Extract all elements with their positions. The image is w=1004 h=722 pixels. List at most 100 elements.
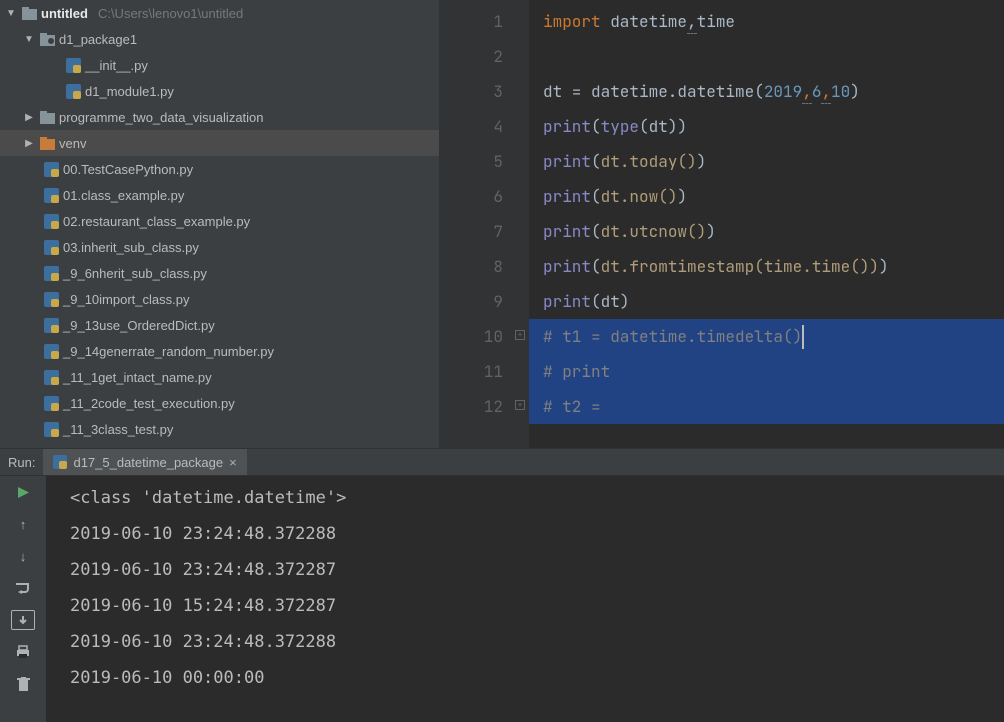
console-line: 2019-06-10 23:24:48.372288 (70, 624, 1004, 660)
console-line: 2019-06-10 23:24:48.372288 (70, 516, 1004, 552)
call: dt.fromtimestamp(time.time()) (601, 256, 879, 277)
builtin: print (543, 186, 591, 207)
tree-file[interactable]: _9_13use_OrderedDict.py (0, 312, 439, 338)
tree-folder-d1-package1[interactable]: ▼ d1_package1 (0, 26, 439, 52)
builtin: print (543, 256, 591, 277)
tree-file[interactable]: _11_3class_test.py (0, 416, 439, 442)
tree-file[interactable]: 03.inherit_sub_class.py (0, 234, 439, 260)
paren: ( (591, 221, 601, 242)
tree-file[interactable]: _11_2code_test_execution.py (0, 390, 439, 416)
call: dt.now() (601, 186, 678, 207)
tree-label: _9_14generrate_random_number.py (63, 344, 274, 359)
code-line[interactable]: print(dt.now()) (529, 179, 1004, 214)
separator: , (821, 81, 831, 104)
scroll-to-end-icon[interactable] (11, 610, 35, 630)
separator: , (687, 11, 697, 34)
console-line: 2019-06-10 00:00:00 (70, 660, 1004, 696)
code-line[interactable]: import datetime,time (529, 4, 1004, 39)
project-name: untitled (41, 6, 88, 21)
line-number: 8 (439, 249, 529, 284)
comment: # print (543, 361, 610, 382)
tree-label: venv (59, 136, 86, 151)
tree-folder-programme-two[interactable]: ▶ programme_two_data_visualization (0, 104, 439, 130)
text-caret (802, 325, 804, 349)
tree-label: _9_10import_class.py (63, 292, 189, 307)
code-line[interactable]: print(dt.fromtimestamp(time.time())) (529, 249, 1004, 284)
run-tab-label: d17_5_datetime_package (73, 455, 223, 470)
paren: ) (620, 291, 630, 312)
tree-label: programme_two_data_visualization (59, 110, 264, 125)
run-toolbar: ↑ ↓ (0, 476, 46, 722)
code-line[interactable]: print(dt.today()) (529, 144, 1004, 179)
code-line[interactable]: print(type(dt)) (529, 109, 1004, 144)
python-file-icon (66, 84, 81, 99)
tree-file[interactable]: _11_1get_intact_name.py (0, 364, 439, 390)
tree-label: __init__.py (85, 58, 148, 73)
line-number: 11 (439, 354, 529, 389)
tree-label: 01.class_example.py (63, 188, 184, 203)
line-number: 9 (439, 284, 529, 319)
console-line: <class 'datetime.datetime'> (70, 480, 1004, 516)
python-file-icon (44, 344, 59, 359)
chevron-right-icon: ▶ (22, 112, 36, 123)
python-file-icon (66, 58, 81, 73)
paren: ) (677, 186, 687, 207)
project-tree[interactable]: ▼ untitled C:\Users\lenovo1\untitled ▼ d… (0, 0, 439, 448)
python-file-icon (44, 396, 59, 411)
soft-wrap-icon[interactable] (11, 578, 35, 598)
arrow-down-icon[interactable]: ↓ (11, 546, 35, 566)
run-tab[interactable]: d17_5_datetime_package × (43, 449, 246, 475)
line-number: 7 (439, 214, 529, 249)
python-file-icon (44, 162, 59, 177)
tree-file[interactable]: 02.restaurant_class_example.py (0, 208, 439, 234)
paren: ( (591, 186, 601, 207)
identifier: dt (601, 291, 620, 312)
builtin: type (601, 116, 639, 137)
python-file-icon (44, 188, 59, 203)
print-icon[interactable] (11, 642, 35, 662)
fold-plus-icon[interactable]: + (515, 330, 525, 340)
code-line[interactable]: dt = datetime.datetime(2019,6,10) (529, 74, 1004, 109)
code-editor[interactable]: 1 2 3 4 5 6 7 8 9 10 11 12 import dateti… (439, 0, 1004, 448)
package-folder-icon (40, 33, 55, 46)
arrow-up-icon[interactable]: ↑ (11, 514, 35, 534)
trash-icon[interactable] (11, 674, 35, 694)
tree-file-d1-module1[interactable]: d1_module1.py (0, 78, 439, 104)
paren: ( (639, 116, 649, 137)
tree-label: _11_3class_test.py (63, 422, 173, 437)
tree-file[interactable]: _9_14generrate_random_number.py (0, 338, 439, 364)
run-label: Run: (0, 455, 43, 470)
code-line[interactable]: print(dt.utcnow()) (529, 214, 1004, 249)
line-number: 3 (439, 74, 529, 109)
tree-label: _11_1get_intact_name.py (63, 370, 212, 385)
project-root[interactable]: ▼ untitled C:\Users\lenovo1\untitled (0, 0, 439, 26)
tree-file[interactable]: 00.TestCasePython.py (0, 156, 439, 182)
line-number: 5 (439, 144, 529, 179)
identifier: dt (649, 116, 668, 137)
close-icon[interactable]: × (229, 455, 237, 470)
builtin: print (543, 291, 591, 312)
tree-folder-venv[interactable]: ▶ venv (0, 130, 439, 156)
line-number: 2 (439, 39, 529, 74)
run-button[interactable] (11, 482, 35, 502)
code-line-selected[interactable]: # print (529, 354, 1004, 389)
tree-file-init[interactable]: __init__.py (0, 52, 439, 78)
tree-file[interactable]: _9_6nherit_sub_class.py (0, 260, 439, 286)
run-console[interactable]: <class 'datetime.datetime'> 2019-06-10 2… (46, 476, 1004, 722)
folder-icon (22, 7, 37, 20)
code-line-selected[interactable]: +# t1 = datetime.timedelta() (529, 319, 1004, 354)
fold-plus-icon[interactable]: + (515, 400, 525, 410)
keyword: import (543, 11, 601, 32)
python-file-icon (44, 318, 59, 333)
code-line[interactable] (529, 39, 1004, 74)
tree-file[interactable]: 01.class_example.py (0, 182, 439, 208)
tree-label: d1_package1 (59, 32, 137, 47)
builtin: print (543, 221, 591, 242)
code-area[interactable]: import datetime,time dt = datetime.datet… (529, 0, 1004, 448)
paren: ) (706, 221, 716, 242)
tree-label: 03.inherit_sub_class.py (63, 240, 199, 255)
tree-file[interactable]: _9_10import_class.py (0, 286, 439, 312)
code-line-selected[interactable]: +# t2 = (529, 389, 1004, 424)
chevron-right-icon: ▶ (22, 138, 36, 149)
code-line[interactable]: print(dt) (529, 284, 1004, 319)
